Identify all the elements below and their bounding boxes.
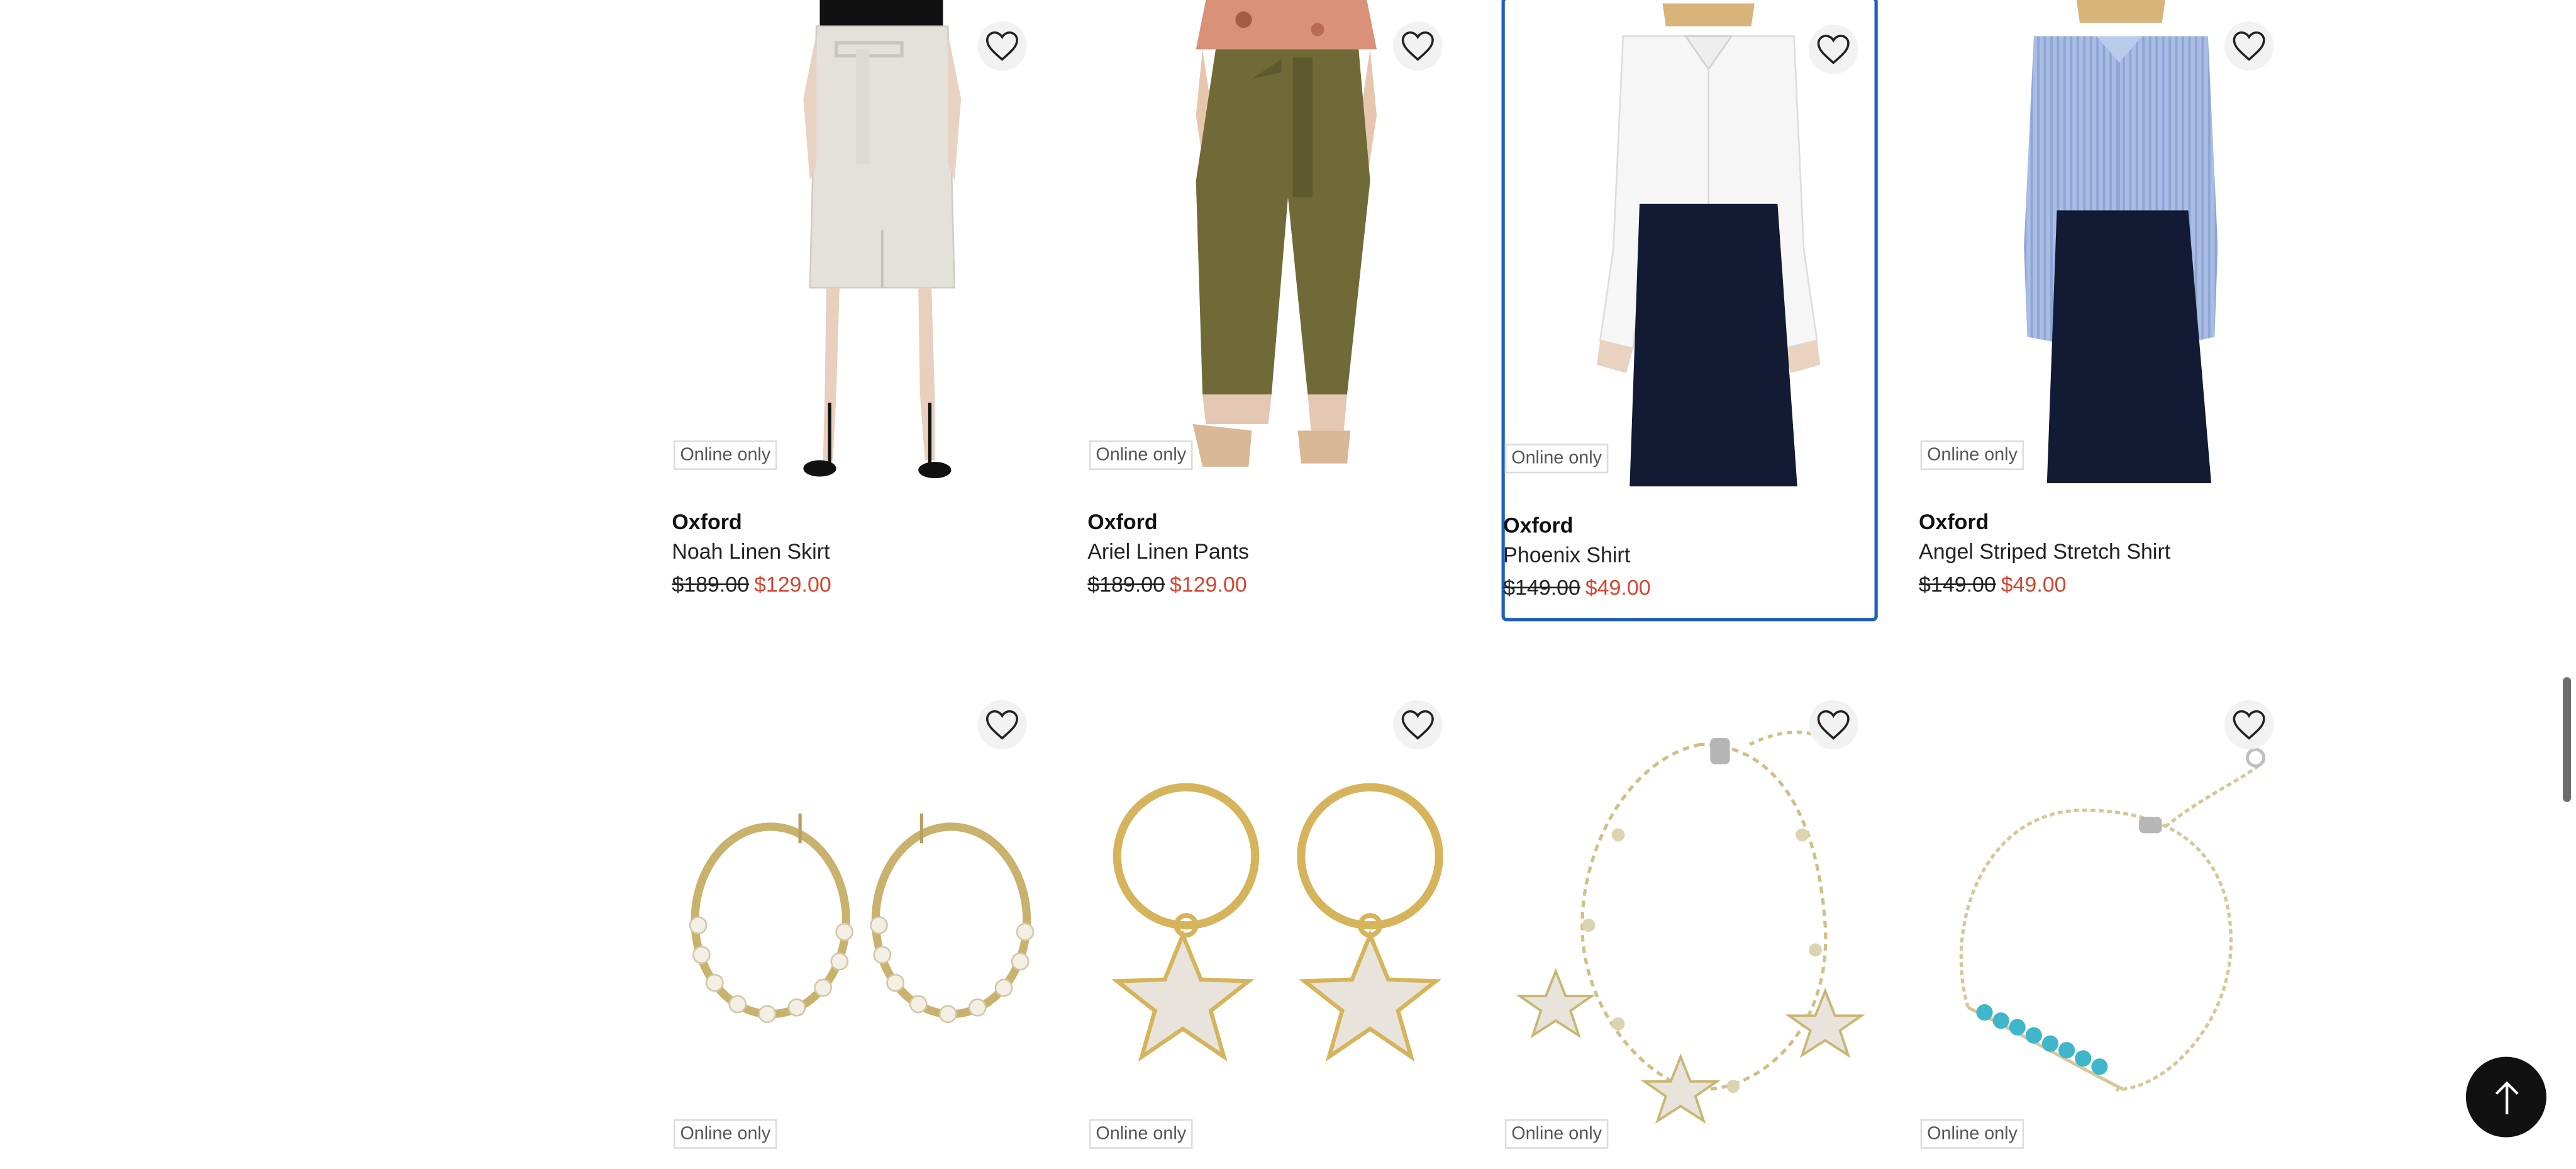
online-only-badge: Online only — [1089, 1119, 1193, 1149]
product-image[interactable] — [1505, 3, 1881, 487]
product-image[interactable] — [672, 0, 1048, 483]
heart-icon — [1401, 710, 1434, 740]
back-to-top-button[interactable] — [2465, 1056, 2546, 1138]
product-card-noah-linen-skirt[interactable]: Online only Oxford Noah Linen Skirt $189… — [672, 0, 1048, 620]
product-card-angel-striped-stretch-shirt[interactable]: Online only Oxford Angel Striped Stretch… — [1919, 0, 2295, 620]
product-image[interactable] — [1503, 679, 1879, 1162]
product-image[interactable] — [1919, 679, 2295, 1162]
heart-icon — [2233, 710, 2265, 740]
original-price: $189.00 — [1087, 572, 1165, 597]
wishlist-button[interactable] — [1393, 21, 1443, 71]
online-only-badge: Online only — [674, 440, 777, 471]
product-brand: Oxford — [672, 509, 742, 534]
online-only-badge: Online only — [1504, 1119, 1609, 1149]
heart-icon — [985, 31, 1018, 61]
sale-price: $49.00 — [2001, 572, 2067, 597]
original-price: $149.00 — [1919, 572, 1996, 597]
product-price: $149.00 $49.00 — [1919, 572, 2066, 596]
heart-icon — [1817, 35, 1850, 65]
online-only-badge: Online only — [1920, 1119, 2024, 1149]
product-image[interactable] — [1087, 679, 1463, 1162]
sale-price: $129.00 — [753, 572, 831, 597]
arrow-up-icon — [2494, 1080, 2518, 1114]
product-price: $149.00 $49.00 — [1503, 575, 1650, 600]
product-brand: Oxford — [1919, 509, 1989, 534]
wishlist-button[interactable] — [977, 21, 1027, 71]
wishlist-button[interactable] — [1809, 700, 1858, 750]
product-card-pearl-hoop-earrings[interactable]: Online only — [672, 679, 1048, 1168]
heart-icon — [985, 710, 1018, 740]
wishlist-button[interactable] — [1809, 25, 1858, 74]
original-price: $189.00 — [672, 572, 750, 597]
product-card-star-hoop-earrings[interactable]: Online only — [1087, 679, 1463, 1168]
product-grid-page: Online only Oxford Noah Linen Skirt $189… — [0, 0, 2576, 1168]
product-card-ariel-linen-pants[interactable]: Online only Oxford Ariel Linen Pants $18… — [1087, 0, 1463, 620]
sale-price: $49.00 — [1585, 575, 1651, 600]
product-price: $189.00 $129.00 — [672, 572, 831, 596]
heart-icon — [1817, 710, 1850, 740]
product-card-turquoise-bead-bracelet[interactable]: Online only — [1919, 679, 2295, 1168]
page-scrollbar[interactable] — [2563, 677, 2572, 802]
product-card-star-charm-bracelet[interactable]: Online only — [1503, 679, 1879, 1168]
sale-price: $129.00 — [1169, 572, 1247, 597]
product-brand: Oxford — [1087, 509, 1158, 534]
wishlist-button[interactable] — [977, 700, 1027, 750]
online-only-badge: Online only — [1504, 444, 1609, 474]
product-image[interactable] — [1087, 0, 1463, 483]
heart-icon — [1401, 31, 1434, 61]
product-name[interactable]: Phoenix Shirt — [1503, 542, 1630, 567]
online-only-badge: Online only — [674, 1119, 777, 1149]
original-price: $149.00 — [1503, 575, 1580, 600]
product-name[interactable]: Noah Linen Skirt — [672, 539, 830, 564]
product-price: $189.00 $129.00 — [1087, 572, 1246, 596]
heart-icon — [2233, 31, 2265, 61]
product-card-phoenix-shirt[interactable]: Online only Oxford Phoenix Shirt $149.00… — [1501, 0, 1881, 622]
online-only-badge: Online only — [1920, 440, 2024, 471]
online-only-badge: Online only — [1089, 440, 1193, 471]
product-image[interactable] — [1919, 0, 2295, 483]
product-name[interactable]: Ariel Linen Pants — [1087, 539, 1249, 564]
product-brand: Oxford — [1503, 513, 1574, 538]
wishlist-button[interactable] — [2224, 700, 2274, 750]
product-name[interactable]: Angel Striped Stretch Shirt — [1919, 539, 2170, 564]
wishlist-button[interactable] — [1393, 700, 1443, 750]
wishlist-button[interactable] — [2224, 21, 2274, 71]
product-image[interactable] — [672, 679, 1048, 1162]
